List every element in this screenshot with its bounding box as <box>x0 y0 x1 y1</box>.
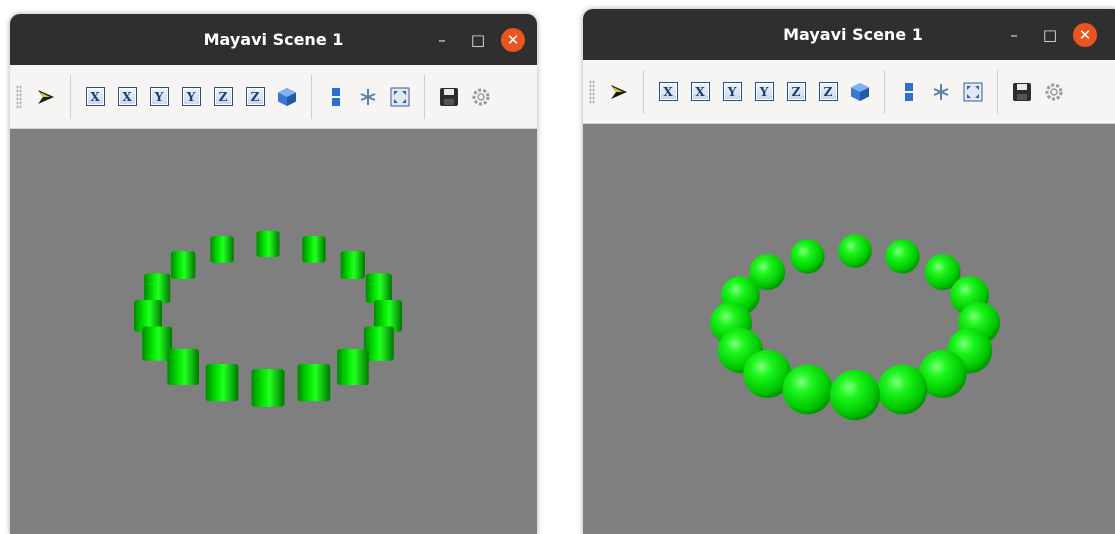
parallel-projection-icon <box>332 87 340 106</box>
view-y-plus-button[interactable]: Y <box>177 83 205 111</box>
minimize-button[interactable]: – <box>1001 22 1027 48</box>
maximize-button[interactable]: □ <box>465 27 491 53</box>
minimize-button[interactable]: – <box>429 27 455 53</box>
isometric-view-icon <box>278 87 296 106</box>
configure-icon <box>472 88 490 105</box>
sphere-glyph <box>885 239 920 274</box>
cylinder-glyph-ring <box>134 230 402 407</box>
view-z-plus-button[interactable]: Z <box>814 78 842 106</box>
parallel-projection-icon <box>905 82 913 101</box>
scene-viewport[interactable] <box>10 129 537 534</box>
mayavi-logo-icon[interactable] <box>32 83 60 111</box>
close-button[interactable]: ✕ <box>1073 22 1097 47</box>
cylinder-glyph <box>205 363 239 402</box>
view-x-plus-button[interactable]: X <box>686 78 714 106</box>
view-z-minus-icon: Z <box>786 82 806 101</box>
cylinder-glyph <box>167 348 199 385</box>
view-x-plus-icon: X <box>690 82 710 101</box>
view-z-plus-icon: Z <box>245 87 265 106</box>
isometric-view-icon <box>851 82 869 101</box>
view-x-minus-icon: X <box>658 82 678 101</box>
view-z-plus-icon: Z <box>818 82 838 101</box>
toolbar-grip[interactable] <box>16 84 22 109</box>
toolbar-separator <box>70 74 71 119</box>
axes-indicator-icon <box>360 88 376 105</box>
save-button[interactable] <box>1008 78 1036 106</box>
view-x-minus-icon: X <box>85 87 105 106</box>
view-y-plus-icon: Y <box>754 82 774 101</box>
mayavi-logo-icon[interactable] <box>605 78 633 106</box>
render-view <box>710 234 1000 421</box>
title-bar[interactable]: Mayavi Scene 1 – □ ✕ <box>583 9 1115 60</box>
render-view <box>134 230 402 407</box>
scene-viewport[interactable] <box>583 124 1115 534</box>
view-x-plus-icon: X <box>117 87 137 106</box>
axes-indicator-icon <box>933 83 949 100</box>
save-icon <box>1013 82 1031 101</box>
view-y-minus-icon: Y <box>722 82 742 101</box>
fullscreen-icon <box>963 82 983 101</box>
scene-toolbar: X X Y Y Z Z <box>583 60 1115 124</box>
sphere-glyph <box>782 364 833 415</box>
cylinder-glyph <box>170 251 196 279</box>
cylinder-glyph <box>256 230 280 258</box>
toolbar-grip[interactable] <box>589 79 595 104</box>
toolbar-separator <box>311 74 312 119</box>
fullscreen-button[interactable] <box>959 78 987 106</box>
sphere-glyph <box>790 239 825 274</box>
parallel-projection-button[interactable] <box>322 83 350 111</box>
isometric-view-button[interactable] <box>846 78 874 106</box>
cylinder-glyph <box>302 236 326 263</box>
mayavi-window-left: Mayavi Scene 1 – □ ✕ X X Y Y Z Z <box>10 14 537 534</box>
axes-indicator-button[interactable] <box>354 83 382 111</box>
maximize-button[interactable]: □ <box>1037 22 1063 48</box>
toolbar-separator <box>997 69 998 114</box>
cylinder-glyph <box>340 251 365 279</box>
title-bar[interactable]: Mayavi Scene 1 – □ ✕ <box>10 14 537 65</box>
sphere-glyph <box>829 369 881 421</box>
view-y-minus-icon: Y <box>149 87 169 106</box>
view-z-plus-button[interactable]: Z <box>241 83 269 111</box>
mayavi-window-right: Mayavi Scene 1 – □ ✕ X X Y Y Z Z <box>583 9 1115 534</box>
axes-indicator-button[interactable] <box>927 78 955 106</box>
cylinder-glyph <box>144 273 171 304</box>
sphere-glyph <box>838 234 872 268</box>
parallel-projection-button[interactable] <box>895 78 923 106</box>
save-button[interactable] <box>435 83 463 111</box>
configure-icon <box>1045 83 1063 100</box>
view-y-minus-button[interactable]: Y <box>718 78 746 106</box>
view-x-minus-button[interactable]: X <box>81 83 109 111</box>
view-y-plus-icon: Y <box>181 87 201 106</box>
view-x-minus-button[interactable]: X <box>654 78 682 106</box>
save-icon <box>440 87 458 106</box>
view-y-minus-button[interactable]: Y <box>145 83 173 111</box>
view-z-minus-button[interactable]: Z <box>209 83 237 111</box>
cylinder-glyph <box>365 273 392 304</box>
cylinder-glyph <box>297 363 331 402</box>
window-title: Mayavi Scene 1 <box>783 25 923 44</box>
toolbar-separator <box>643 69 644 114</box>
configure-button[interactable] <box>1040 78 1068 106</box>
isometric-view-button[interactable] <box>273 83 301 111</box>
fullscreen-button[interactable] <box>386 83 414 111</box>
view-y-plus-button[interactable]: Y <box>750 78 778 106</box>
close-button[interactable]: ✕ <box>501 27 525 52</box>
sphere-glyph-ring <box>710 234 1000 421</box>
toolbar-separator <box>884 69 885 114</box>
scene-toolbar: X X Y Y Z Z <box>10 65 537 129</box>
cylinder-glyph <box>337 348 369 385</box>
view-z-minus-button[interactable]: Z <box>782 78 810 106</box>
fullscreen-icon <box>390 87 410 106</box>
configure-button[interactable] <box>467 83 495 111</box>
view-z-minus-icon: Z <box>213 87 233 106</box>
window-title: Mayavi Scene 1 <box>203 30 344 49</box>
view-x-plus-button[interactable]: X <box>113 83 141 111</box>
toolbar-separator <box>424 74 425 119</box>
sphere-glyph <box>877 364 928 415</box>
cylinder-glyph <box>210 236 234 263</box>
cylinder-glyph <box>251 369 285 407</box>
